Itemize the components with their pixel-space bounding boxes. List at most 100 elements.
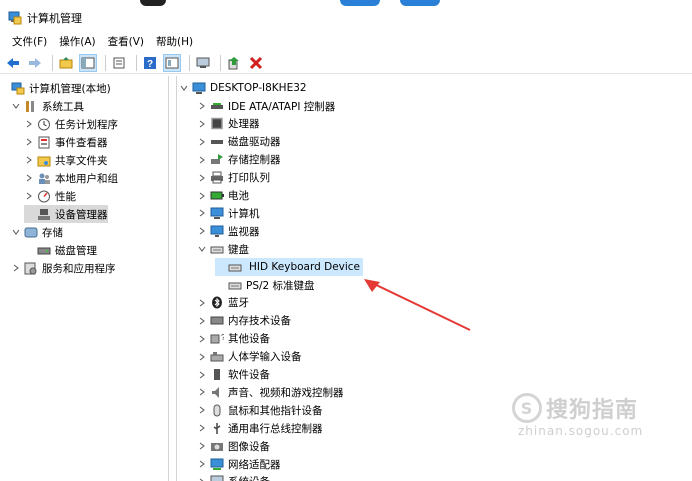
tree-item-left-9[interactable]: 磁盘管理 xyxy=(24,241,97,259)
computer-management-icon xyxy=(8,11,22,25)
view-icon[interactable] xyxy=(163,53,181,72)
tree-item-label: 声音、视频和游戏控制器 xyxy=(228,386,344,399)
menu-help[interactable]: 帮助(H) xyxy=(150,34,199,49)
tree-item-left-4[interactable]: 共享文件夹 xyxy=(24,151,108,169)
no-chevron xyxy=(24,241,34,259)
annotation-arrow xyxy=(364,279,471,331)
update-driver-icon[interactable] xyxy=(225,54,243,72)
chevron-down-icon[interactable] xyxy=(179,79,189,97)
tree-item-right-8[interactable]: 键盘 xyxy=(197,240,249,258)
speaker-icon xyxy=(210,386,224,399)
back-icon[interactable] xyxy=(4,54,22,72)
chevron-right-icon[interactable] xyxy=(197,330,207,348)
tree-item-left-0[interactable]: 计算机管理(本地) xyxy=(0,79,111,97)
tree-item-right-18[interactable]: 通用串行总线控制器 xyxy=(197,419,323,437)
tree-item-right-0[interactable]: IDE ATA/ATAPI 控制器 xyxy=(197,97,335,115)
chevron-right-icon[interactable] xyxy=(197,455,207,473)
tree-item-left-3[interactable]: 事件查看器 xyxy=(24,133,108,151)
tree-item-right-4[interactable]: 打印队列 xyxy=(197,169,270,187)
window-title: 计算机管理 xyxy=(27,12,82,25)
chevron-right-icon[interactable] xyxy=(197,151,207,169)
tree-item-label: 存储控制器 xyxy=(228,154,281,167)
chevron-right-icon[interactable] xyxy=(197,348,207,366)
no-chevron xyxy=(0,79,8,97)
chevron-right-icon[interactable] xyxy=(197,383,207,401)
chevron-down-icon[interactable] xyxy=(11,97,21,115)
toolbar-separator xyxy=(105,54,106,71)
tree-item-left-5[interactable]: 本地用户和组 xyxy=(24,169,118,187)
usb-icon xyxy=(210,422,224,435)
chevron-right-icon[interactable] xyxy=(197,133,207,151)
chevron-right-icon[interactable] xyxy=(197,437,207,455)
menu-view[interactable]: 查看(V) xyxy=(102,34,150,49)
toolbar-separator xyxy=(220,54,221,71)
chevron-right-icon[interactable] xyxy=(24,169,34,187)
tree-item-label: 任务计划程序 xyxy=(55,118,118,131)
tree-item-label: 键盘 xyxy=(228,243,249,256)
tree-item-left-7[interactable]: 设备管理器 xyxy=(24,205,108,223)
tree-item-label: 计算机 xyxy=(228,207,260,220)
chevron-right-icon[interactable] xyxy=(24,115,34,133)
chevron-right-icon[interactable] xyxy=(197,401,207,419)
tree-item-right-2[interactable]: 磁盘驱动器 xyxy=(197,133,281,151)
tree-item-label: 监视器 xyxy=(228,225,260,238)
help-icon[interactable]: ? xyxy=(141,54,159,72)
watermark: S 搜狗指南 zhinan.sogou.com xyxy=(512,392,643,438)
tree-item-right-10[interactable]: PS/2 标准键盘 xyxy=(215,276,315,294)
up-folder-icon[interactable] xyxy=(57,54,75,72)
tree-item-right-16[interactable]: 声音、视频和游戏控制器 xyxy=(197,383,344,401)
tree-item-right-15[interactable]: 软件设备 xyxy=(197,366,270,384)
properties-icon[interactable] xyxy=(110,54,128,72)
chevron-right-icon[interactable] xyxy=(24,151,34,169)
tree-item-left-1[interactable]: 系统工具 xyxy=(11,97,84,115)
tree-item-right-14[interactable]: 人体学输入设备 xyxy=(197,348,302,366)
tree-item-right-11[interactable]: 蓝牙 xyxy=(197,294,249,312)
chevron-down-icon[interactable] xyxy=(197,240,207,258)
chevron-right-icon[interactable] xyxy=(24,187,34,205)
menu-file[interactable]: 文件(F) xyxy=(6,34,53,49)
chevron-right-icon[interactable] xyxy=(24,133,34,151)
tree-root[interactable]: DESKTOP-I8KHE32 xyxy=(179,79,307,97)
tree-item-right-12[interactable]: 内存技术设备 xyxy=(197,312,291,330)
tree-item-right-1[interactable]: 处理器 xyxy=(197,115,260,133)
chevron-right-icon[interactable] xyxy=(197,312,207,330)
chevron-right-icon[interactable] xyxy=(197,187,207,205)
menu-action[interactable]: 操作(A) xyxy=(53,34,101,49)
chevron-right-icon[interactable] xyxy=(197,169,207,187)
chevron-right-icon[interactable] xyxy=(197,222,207,240)
tree-item-label: 系统设备 xyxy=(228,474,270,481)
scan-hardware-icon[interactable] xyxy=(194,54,212,72)
tree-item-left-8[interactable]: 存储 xyxy=(11,223,63,241)
tree-item-right-9[interactable]: HID Keyboard Device xyxy=(215,258,364,277)
show-hide-console-tree-icon[interactable] xyxy=(79,53,97,72)
watermark-text: 搜狗指南 xyxy=(546,398,639,423)
chevron-down-icon[interactable] xyxy=(11,223,21,241)
tree-item-right-13[interactable]: ? 其他设备 xyxy=(197,330,270,348)
tree-item-right-21[interactable]: 系统设备 xyxy=(197,473,270,481)
chevron-right-icon[interactable] xyxy=(197,473,207,481)
device-manager-icon xyxy=(37,208,51,221)
chevron-right-icon[interactable] xyxy=(197,115,207,133)
ide-controller-icon xyxy=(210,100,224,113)
tree-item-label: 内存技术设备 xyxy=(228,315,291,328)
tree-item-left-2[interactable]: 任务计划程序 xyxy=(24,115,118,133)
tree-item-label: 服务和应用程序 xyxy=(42,262,116,275)
forward-icon[interactable] xyxy=(26,54,44,72)
tree-item-right-5[interactable]: 电池 xyxy=(197,187,249,205)
tree-item-left-10[interactable]: 服务和应用程序 xyxy=(11,259,116,277)
chevron-right-icon[interactable] xyxy=(197,204,207,222)
tree-item-right-6[interactable]: 计算机 xyxy=(197,204,260,222)
chevron-right-icon[interactable] xyxy=(197,366,207,384)
chevron-right-icon[interactable] xyxy=(197,419,207,437)
tree-item-left-6[interactable]: 性能 xyxy=(24,187,76,205)
chevron-right-icon[interactable] xyxy=(197,294,207,312)
tree-item-right-19[interactable]: 图像设备 xyxy=(197,437,270,455)
tree-item-right-7[interactable]: 监视器 xyxy=(197,222,260,240)
uninstall-device-icon[interactable] xyxy=(247,54,265,72)
tree-item-right-17[interactable]: 鼠标和其他指针设备 xyxy=(197,401,323,419)
other-device-icon: ? xyxy=(210,332,224,345)
tree-item-right-3[interactable]: 存储控制器 xyxy=(197,151,281,169)
chevron-right-icon[interactable] xyxy=(11,259,21,277)
chevron-right-icon[interactable] xyxy=(197,97,207,115)
tree-item-right-20[interactable]: 网络适配器 xyxy=(197,455,281,473)
